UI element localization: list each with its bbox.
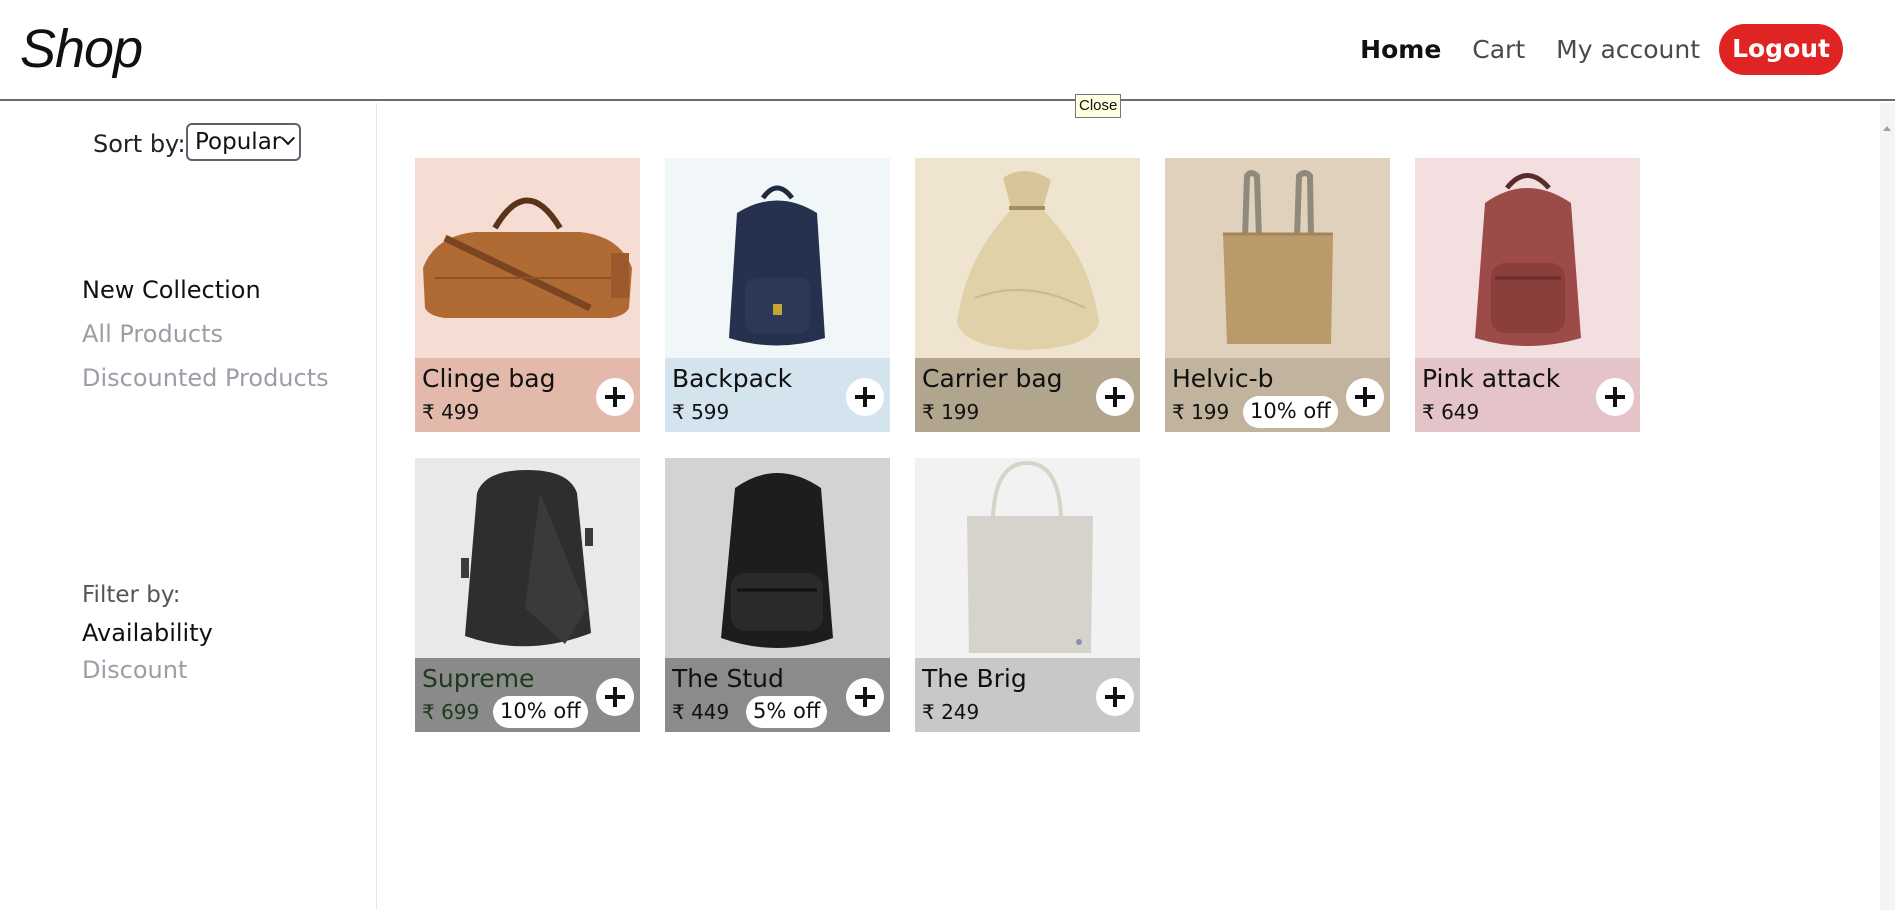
product-info: The Stud ₹ 449 5% off [665, 658, 890, 732]
nav-cart[interactable]: Cart [1472, 35, 1525, 64]
product-name: Backpack [672, 364, 793, 393]
product-card[interactable]: Backpack ₹ 599 [665, 158, 890, 432]
product-card[interactable]: The Brig ₹ 249 [915, 458, 1140, 732]
product-info: Clinge bag ₹ 499 [415, 358, 640, 432]
product-card[interactable]: Carrier bag ₹ 199 [915, 158, 1140, 432]
add-to-cart-button[interactable] [596, 678, 634, 716]
product-name: Helvic-b [1172, 364, 1274, 393]
product-info: Helvic-b ₹ 199 10% off [1165, 358, 1390, 432]
product-price: ₹ 449 [672, 700, 730, 724]
add-to-cart-button[interactable] [1096, 378, 1134, 416]
sidebar: Sort by: Popular New Collection All Prod… [0, 103, 377, 910]
sort-select-value: Popular [195, 129, 282, 155]
product-card[interactable]: Clinge bag ₹ 499 [415, 158, 640, 432]
product-price: ₹ 699 [422, 700, 480, 724]
product-price: ₹ 199 [922, 400, 980, 424]
leather-backpack-icon [1415, 158, 1640, 358]
collection-all-products[interactable]: All Products [82, 320, 223, 348]
dark-backpack-icon [665, 458, 890, 658]
header: Shop Home Cart My account Logout [0, 0, 1895, 101]
filter-label: Filter by: [82, 582, 181, 608]
product-info: Carrier bag ₹ 199 [915, 358, 1140, 432]
shop-logo[interactable]: Shop [20, 18, 143, 80]
product-info: The Brig ₹ 249 [915, 658, 1140, 732]
black-backpack-icon [415, 458, 640, 658]
product-name: Pink attack [1422, 364, 1561, 393]
duffel-bag-icon [415, 158, 640, 358]
logout-button[interactable]: Logout [1719, 24, 1843, 75]
sort-select[interactable]: Popular [186, 123, 301, 161]
main-nav: Home Cart My account Logout [1329, 24, 1843, 75]
scroll-up-arrow-icon[interactable] [1883, 126, 1891, 131]
scrollbar[interactable] [1880, 103, 1895, 910]
product-price: ₹ 599 [672, 400, 730, 424]
product-name: The Stud [672, 664, 784, 693]
filter-discount[interactable]: Discount [82, 656, 187, 684]
add-to-cart-button[interactable] [1346, 378, 1384, 416]
collection-discounted[interactable]: Discounted Products [82, 364, 329, 392]
product-name: Clinge bag [422, 364, 556, 393]
add-to-cart-button[interactable] [596, 378, 634, 416]
product-price: ₹ 249 [922, 700, 980, 724]
product-name: The Brig [922, 664, 1027, 693]
product-name: Carrier bag [922, 364, 1063, 393]
product-price: ₹ 199 [1172, 400, 1230, 424]
product-info: Supreme ₹ 699 10% off [415, 658, 640, 732]
product-card[interactable]: Supreme ₹ 699 10% off [415, 458, 640, 732]
nav-my-account[interactable]: My account [1556, 35, 1700, 64]
product-card[interactable]: The Stud ₹ 449 5% off [665, 458, 890, 732]
close-tooltip: Close [1075, 94, 1122, 118]
product-grid: Clinge bag ₹ 499 Backpack ₹ 599 Carrier … [415, 158, 1655, 732]
navy-backpack-icon [665, 158, 890, 358]
product-info: Backpack ₹ 599 [665, 358, 890, 432]
discount-badge: 10% off [493, 696, 588, 728]
product-info: Pink attack ₹ 649 [1415, 358, 1640, 432]
discount-badge: 5% off [746, 696, 828, 728]
product-card[interactable]: Helvic-b ₹ 199 10% off [1165, 158, 1390, 432]
tote-bag-icon [1165, 158, 1390, 358]
filter-availability[interactable]: Availability [82, 619, 213, 647]
collection-new[interactable]: New Collection [82, 276, 261, 304]
canvas-tote-icon [915, 458, 1140, 658]
add-to-cart-button[interactable] [1596, 378, 1634, 416]
chevron-down-icon [280, 131, 296, 146]
add-to-cart-button[interactable] [846, 378, 884, 416]
product-name: Supreme [422, 664, 535, 693]
nav-home[interactable]: Home [1360, 35, 1441, 64]
drawstring-sack-icon [915, 158, 1140, 358]
product-price: ₹ 499 [422, 400, 480, 424]
product-card[interactable]: Pink attack ₹ 649 [1415, 158, 1640, 432]
add-to-cart-button[interactable] [846, 678, 884, 716]
product-price: ₹ 649 [1422, 400, 1480, 424]
add-to-cart-button[interactable] [1096, 678, 1134, 716]
sort-label: Sort by: [93, 130, 186, 158]
discount-badge: 10% off [1243, 396, 1338, 428]
